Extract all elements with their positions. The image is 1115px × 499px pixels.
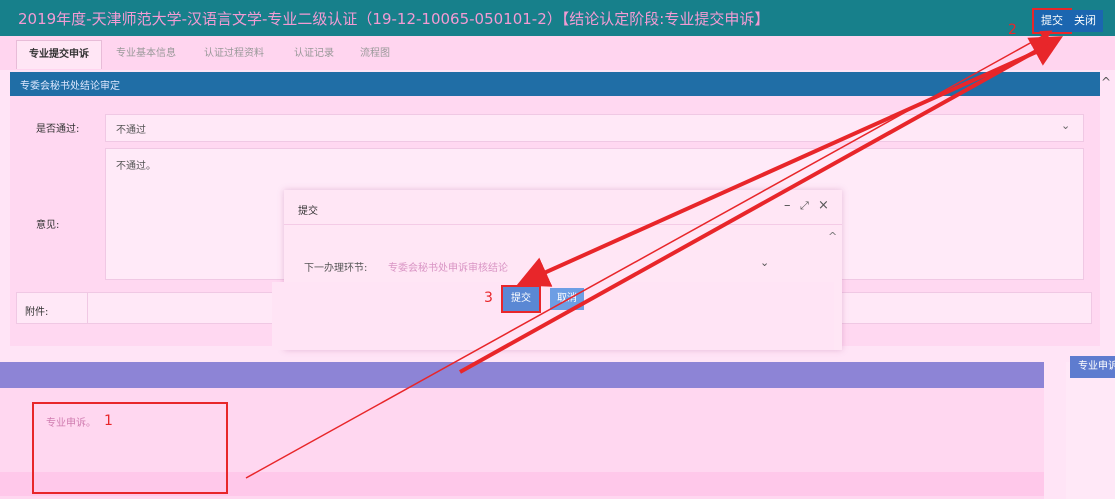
next-step-label: 下一办理环节: — [304, 263, 368, 274]
divider — [87, 293, 88, 323]
close-button[interactable]: 关闭 — [1067, 10, 1103, 32]
divider — [284, 224, 842, 225]
submit-button[interactable]: 提交 — [1032, 8, 1072, 34]
opinion-text: 不通过。 — [116, 161, 156, 172]
panel-header: 专委会秘书处结论审定 — [10, 72, 1100, 96]
tab-flowchart[interactable]: 流程图 — [348, 40, 402, 68]
opinion-label: 意见: — [36, 220, 60, 231]
pass-select-value: 不通过 — [116, 125, 146, 136]
tab-basic-info[interactable]: 专业基本信息 — [104, 40, 188, 68]
chevron-up-icon[interactable]: ^ — [1101, 75, 1113, 93]
lower-panel-header — [0, 362, 1044, 388]
chevron-down-icon: ⌄ — [1061, 119, 1071, 132]
minimize-icon[interactable]: – — [784, 198, 791, 213]
next-step-select[interactable]: 专委会秘书处申诉审核结论 — [388, 259, 508, 274]
tab-professional-appeal[interactable]: 专业提交申诉 — [16, 40, 102, 69]
attachment-label: 附件: — [25, 307, 49, 318]
pass-label: 是否通过: — [36, 124, 80, 135]
page-title: 2019年度-天津师范大学-汉语言文学-专业二级认证（19-12-10065-0… — [18, 10, 770, 28]
dialog-submit-button[interactable]: 提交 — [501, 285, 541, 313]
tab-records[interactable]: 认证记录 — [282, 40, 346, 68]
chevron-down-icon[interactable]: ⌄ — [760, 256, 769, 269]
tab-process-materials[interactable]: 认证过程资料 — [192, 40, 276, 68]
maximize-icon[interactable]: ⤢ — [800, 199, 809, 213]
dialog-cancel-button[interactable]: 取消 — [550, 288, 584, 310]
highlight-box — [32, 402, 228, 494]
pass-select[interactable]: 不通过 ⌄ — [105, 114, 1084, 142]
dialog-title: 提交 — [298, 206, 318, 217]
chevron-up-icon[interactable]: ^ — [828, 230, 837, 243]
close-icon[interactable]: × — [818, 198, 829, 213]
panel-title: 专委会秘书处结论审定 — [20, 81, 120, 92]
right-panel-header: 专业申诉 — [1070, 356, 1115, 378]
right-panel — [1066, 362, 1115, 499]
step-marker-3: 3 — [484, 290, 493, 306]
